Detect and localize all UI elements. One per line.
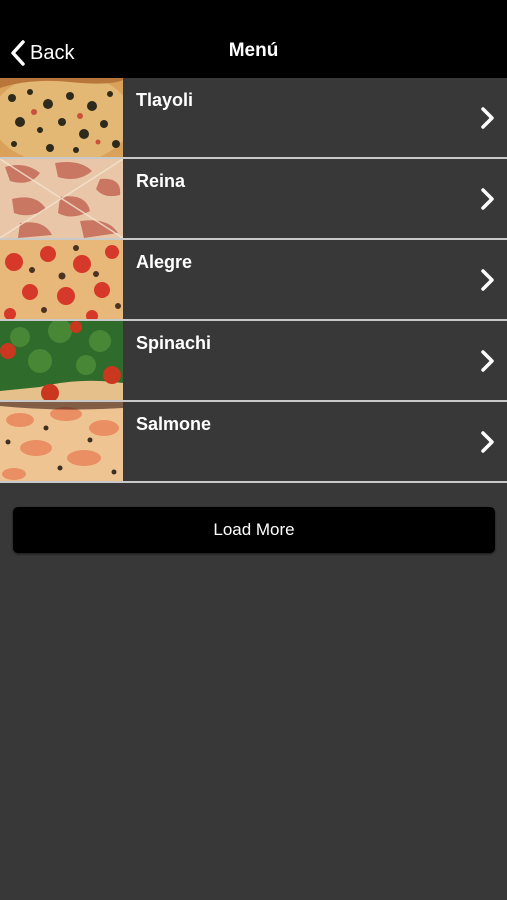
menu-item-reina[interactable]: Reina <box>0 159 507 240</box>
chevron-right-icon <box>479 349 495 373</box>
menu-item-spinachi[interactable]: Spinachi <box>0 321 507 402</box>
pizza-salmone-photo <box>0 402 123 481</box>
pizza-spinachi-photo <box>0 321 123 400</box>
pizza-reina-photo <box>0 159 123 238</box>
pizza-alegre-photo <box>0 240 123 319</box>
menu-item-label: Salmone <box>136 414 212 434</box>
menu-item-label: Reina <box>136 171 186 191</box>
chevron-right-icon <box>479 106 495 130</box>
chevron-right-icon <box>479 268 495 292</box>
pizza-tlayoli-photo <box>0 78 123 157</box>
load-more-button[interactable]: Load More <box>13 507 495 553</box>
menu-list: Tlayoli Reina Alegre Spinachi Salmone <box>0 78 507 483</box>
chevron-right-icon <box>479 187 495 211</box>
navigation-bar: Back Menú <box>0 0 507 78</box>
menu-item-label: Alegre <box>136 252 193 272</box>
page-title: Menú <box>228 40 279 61</box>
menu-item-tlayoli[interactable]: Tlayoli <box>0 78 507 159</box>
load-more-label: Load More <box>213 520 295 539</box>
menu-item-salmone[interactable]: Salmone <box>0 402 507 483</box>
menu-item-label: Spinachi <box>136 333 212 353</box>
menu-item-label: Tlayoli <box>136 90 194 110</box>
menu-item-alegre[interactable]: Alegre <box>0 240 507 321</box>
chevron-right-icon <box>479 430 495 454</box>
